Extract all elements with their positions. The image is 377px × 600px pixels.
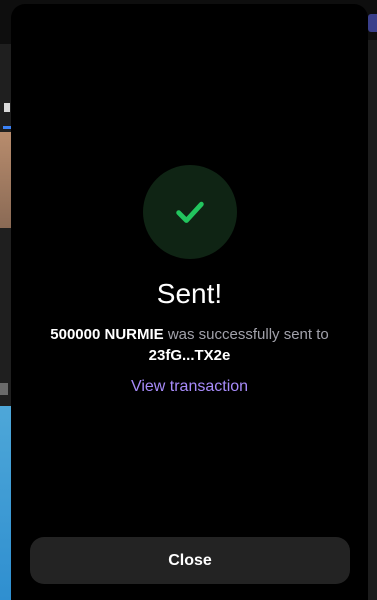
checkmark-icon [176, 201, 204, 223]
background-text-fragment [4, 103, 10, 112]
dialog-title: Sent! [156, 278, 223, 309]
background-accent-line [3, 126, 11, 129]
background-badge [368, 14, 377, 32]
background-image [0, 406, 11, 600]
message-text: was successfully sent to [163, 326, 329, 343]
background-right-panel [368, 40, 377, 600]
sent-amount: 500000 NURMIE [50, 326, 164, 343]
success-status-circle [143, 165, 237, 259]
background-text-fragment [0, 383, 8, 395]
success-dialog: Sent! 500000 NURMIE was successfully sen… [11, 4, 368, 600]
background-image [0, 132, 11, 228]
recipient-address: 23fG...TX2e [148, 347, 231, 364]
close-button[interactable]: Close [30, 537, 350, 584]
success-message: 500000 NURMIE was successfully sent to 2… [31, 324, 348, 366]
view-transaction-link[interactable]: View transaction [11, 378, 368, 396]
